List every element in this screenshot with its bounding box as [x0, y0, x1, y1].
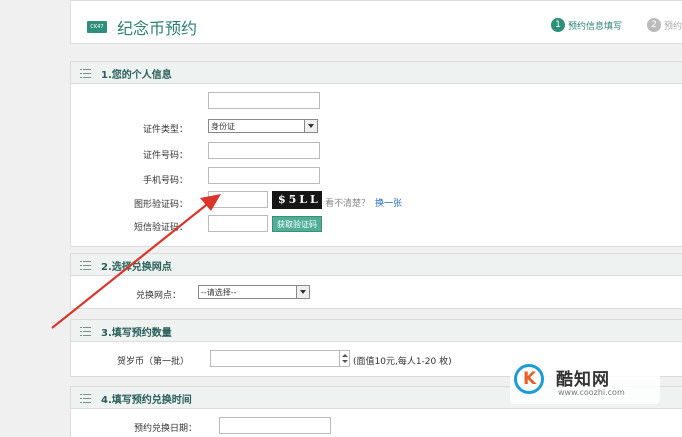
- badge-letter: K: [523, 369, 537, 389]
- coozhi-logo-icon: K: [514, 364, 544, 394]
- watermark-url: www.coozhi.com: [558, 388, 625, 397]
- watermark-brand: 酷知网: [556, 370, 610, 390]
- arrow-line: [51, 201, 211, 329]
- watermark: K 酷知网 www.coozhi.com: [510, 358, 660, 404]
